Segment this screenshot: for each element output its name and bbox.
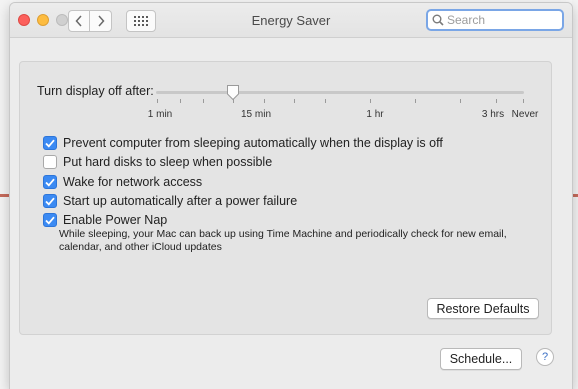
search-input[interactable] xyxy=(447,13,547,27)
slider-tick xyxy=(325,99,326,103)
titlebar: Energy Saver xyxy=(10,3,572,38)
slider-tick-label: 15 min xyxy=(240,109,272,120)
wake-network-label: Wake for network access xyxy=(63,175,203,189)
slider-tick xyxy=(203,99,204,103)
slider-tick xyxy=(496,99,497,103)
startup-power-failure-checkbox[interactable] xyxy=(43,194,57,208)
power-nap-description: While sleeping, your Mac can back up usi… xyxy=(59,228,507,253)
checkmark-icon xyxy=(45,178,55,187)
wake-network-checkbox[interactable] xyxy=(43,175,57,189)
checkmark-icon xyxy=(45,139,55,148)
slider-tick xyxy=(415,99,416,103)
disk-sleep-checkbox[interactable] xyxy=(43,155,57,169)
prevent-sleep-label: Prevent computer from sleeping automatic… xyxy=(63,136,443,150)
background-divider-right xyxy=(572,194,578,197)
option-startup-power-failure[interactable]: Start up automatically after a power fai… xyxy=(43,193,297,209)
option-disk-sleep[interactable]: Put hard disks to sleep when possible xyxy=(43,154,272,170)
restore-defaults-button[interactable]: Restore Defaults xyxy=(427,298,539,319)
schedule-button[interactable]: Schedule... xyxy=(440,348,522,370)
display-sleep-slider-track[interactable] xyxy=(156,91,524,94)
slider-tick xyxy=(370,99,371,103)
energy-saver-window: Energy Saver Turn display off after: 1 m… xyxy=(10,3,572,389)
option-wake-network[interactable]: Wake for network access xyxy=(43,174,202,190)
power-nap-checkbox[interactable] xyxy=(43,213,57,227)
power-nap-label: Enable Power Nap xyxy=(63,213,168,227)
search-field[interactable] xyxy=(426,9,564,31)
slider-tick-label: 1 hr xyxy=(366,109,384,120)
slider-tick-label: Never xyxy=(511,109,539,120)
checkmark-icon xyxy=(45,216,55,225)
slider-tick xyxy=(294,99,295,103)
prevent-sleep-checkbox[interactable] xyxy=(43,136,57,150)
slider-tick xyxy=(264,99,265,103)
slider-tick-label: 3 hrs xyxy=(481,109,505,120)
disk-sleep-label: Put hard disks to sleep when possible xyxy=(63,155,273,169)
help-button[interactable]: ? xyxy=(536,348,554,366)
display-sleep-slider-thumb[interactable] xyxy=(226,84,240,101)
search-icon xyxy=(432,14,444,26)
slider-tick-label: 1 min xyxy=(147,109,173,120)
slider-tick xyxy=(180,99,181,103)
display-sleep-label: Turn display off after: xyxy=(37,84,154,98)
slider-tick xyxy=(157,99,158,103)
settings-panel: Turn display off after: 1 min 15 min 1 h… xyxy=(19,61,552,335)
checkmark-icon xyxy=(45,197,55,206)
background-divider-left xyxy=(0,194,10,197)
startup-power-failure-label: Start up automatically after a power fai… xyxy=(63,194,298,208)
slider-tick xyxy=(460,99,461,103)
help-icon: ? xyxy=(541,351,549,363)
slider-tick xyxy=(523,99,524,103)
option-prevent-sleep[interactable]: Prevent computer from sleeping automatic… xyxy=(43,135,443,151)
option-power-nap[interactable]: Enable Power Nap xyxy=(43,212,167,228)
